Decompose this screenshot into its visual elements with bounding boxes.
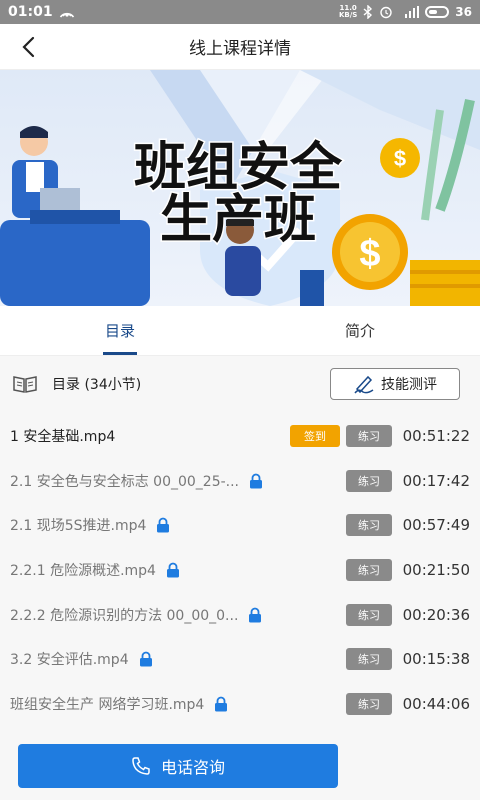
list-item[interactable]: 2.1 现场5S推进.mp4 练习 00:57:49 [0,503,480,548]
phone-consult-label: 电话咨询 [160,758,225,777]
list-item[interactable]: 班组安全生产 网络学习班.mp4 练习 00:44:06 [0,682,480,727]
lesson-duration: 00:44:06 [402,694,470,713]
lesson-title: 2.2.2 危险源识别的方法 00_00_0... [10,607,239,624]
banner-illustration: $ $ 班组安全 生产班 [0,70,480,306]
banner-title-line2: 生产班 [160,190,316,250]
banner-title-line1: 班组安全 [134,138,343,198]
lesson-title: 2.1 现场5S推进.mp4 [10,518,147,535]
lesson-title: 3.2 安全评估.mp4 [10,652,129,669]
back-button[interactable] [12,30,46,64]
chevron-left-icon [22,36,35,58]
status-bar: 01:01 11.0 KB/S 36 [0,0,480,24]
list-item[interactable]: 2.2.2 危险源识别的方法 00_00_0... 练习 00:20:36 [0,592,480,637]
tab-catalog[interactable]: 目录 [0,306,240,355]
tab-bar: 目录 简介 [0,306,480,356]
battery-icon [425,6,450,18]
practice-button[interactable]: 练习 [346,469,392,492]
lock-icon [166,562,180,578]
practice-button[interactable]: 练习 [346,603,392,626]
lesson-duration: 00:51:22 [402,427,470,446]
signal-icon [405,6,420,18]
svg-text:$: $ [359,233,380,275]
lock-icon [249,473,263,489]
phone-consult-button[interactable]: 电话咨询 [18,744,338,788]
lock-icon [139,651,153,667]
svg-text:$: $ [394,146,406,171]
skill-assessment-button[interactable]: 技能测评 [330,368,460,400]
list-item[interactable]: 2.2.1 危险源概述.mp4 练习 00:21:50 [0,548,480,593]
skill-assessment-label: 技能测评 [381,377,437,393]
list-item[interactable]: 3.2 安全评估.mp4 练习 00:15:38 [0,637,480,682]
network-speed: 11.0 KB/S [338,4,358,19]
lesson-duration: 00:21:50 [402,561,470,580]
practice-button[interactable]: 练习 [346,425,392,448]
practice-button[interactable]: 练习 [346,559,392,582]
list-item[interactable]: 2.1 安全色与安全标志 00_00_25-... 练习 00:17:42 [0,459,480,504]
lesson-title: 2.2.1 危险源概述.mp4 [10,563,156,580]
bluetooth-icon [363,5,373,19]
list-item[interactable]: 1 安全基础.mp4 签到 练习 00:51:22 [0,414,480,459]
battery-level: 36 [455,5,472,19]
book-icon [13,376,37,393]
lesson-duration: 00:57:49 [402,516,470,535]
practice-button[interactable]: 练习 [346,648,392,671]
alarm-icon [380,6,392,19]
practice-button[interactable]: 练习 [346,692,392,715]
catalog-header: 目录 (34小节) 技能测评 [0,364,480,404]
pen-icon [354,375,374,394]
sign-in-button[interactable]: 签到 [290,425,340,448]
lesson-title: 1 安全基础.mp4 [10,429,116,446]
lesson-title: 2.1 安全色与安全标志 00_00_25-... [10,473,240,490]
lock-icon [156,517,170,533]
catalog-title: 目录 (34小节) [52,377,142,393]
page-title: 线上课程详情 [189,39,291,59]
lesson-duration: 00:15:38 [402,650,470,669]
lock-icon [248,607,262,623]
hotspot-icon [59,12,74,18]
phone-icon [132,757,150,775]
tab-intro[interactable]: 简介 [240,306,480,355]
lesson-title: 班组安全生产 网络学习班.mp4 [10,696,205,713]
status-time: 01:01 [8,4,53,20]
lesson-list: 1 安全基础.mp4 签到 练习 00:51:22 2.1 安全色与安全标志 0… [0,414,480,726]
course-banner: $ $ 班组安全 生产班 [0,70,480,306]
lesson-duration: 00:17:42 [402,471,470,490]
lock-icon [214,696,228,712]
practice-button[interactable]: 练习 [346,514,392,537]
lesson-duration: 00:20:36 [402,605,470,624]
nav-bar: 线上课程详情 [0,24,480,70]
